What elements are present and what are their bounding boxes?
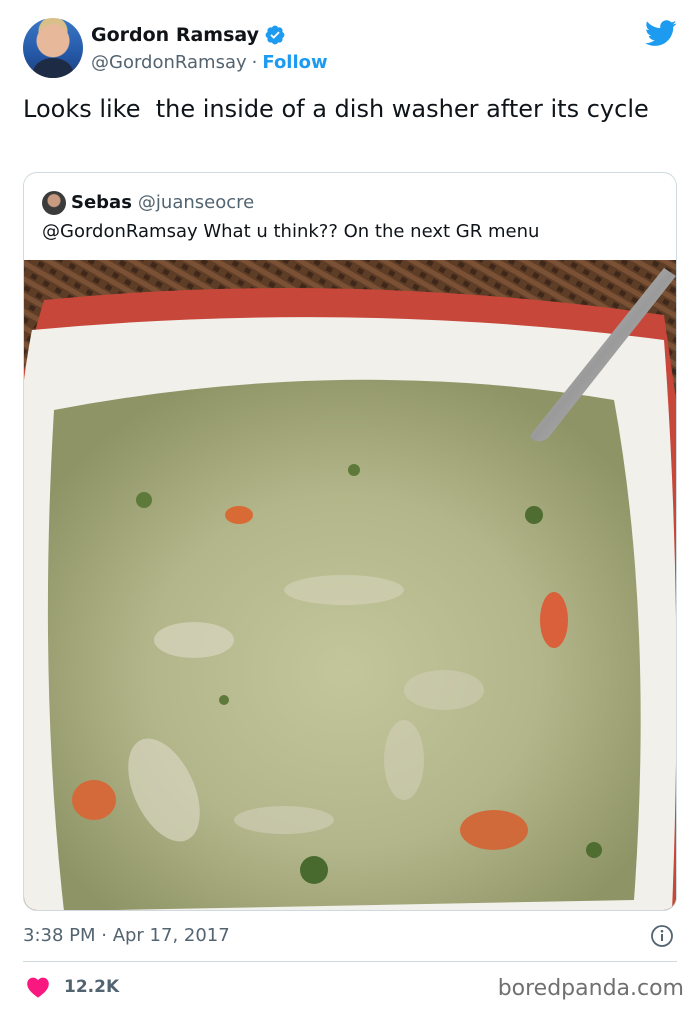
like-action[interactable]: 12.2K [26, 974, 119, 1000]
quoted-tweet-text: @GordonRamsay What u think?? On the next… [42, 221, 540, 242]
author-handle[interactable]: @GordonRamsay [91, 52, 247, 73]
tweet-timestamp[interactable]: 3:38 PM · Apr 17, 2017 [23, 922, 230, 948]
source-watermark: boredpanda.com [497, 976, 684, 1001]
heart-icon[interactable] [26, 976, 50, 998]
footer-divider [23, 961, 677, 962]
quoted-author-row: Sebas @juanseocre [71, 190, 254, 214]
tweet-card: Gordon Ramsay @GordonRamsay · Follow Loo… [0, 0, 700, 1013]
quoted-tweet[interactable]: Sebas @juanseocre @GordonRamsay What u t… [23, 172, 677, 911]
soup-bowl-photo[interactable] [24, 260, 676, 911]
tweet-text: Looks like the inside of a dish washer a… [23, 95, 649, 123]
like-count: 12.2K [64, 977, 120, 997]
follow-button[interactable]: Follow [262, 52, 327, 73]
author-display-name[interactable]: Gordon Ramsay [91, 24, 259, 46]
author-name-row: Gordon Ramsay [91, 22, 286, 48]
separator-dot: · [251, 51, 258, 73]
quoted-author-avatar[interactable] [42, 191, 66, 215]
info-icon[interactable] [650, 924, 674, 948]
author-avatar[interactable] [23, 18, 83, 78]
quoted-author-name[interactable]: Sebas [71, 192, 132, 213]
verified-badge-icon [265, 25, 285, 45]
quoted-author-handle[interactable]: @juanseocre [138, 192, 254, 213]
twitter-bird-icon[interactable] [645, 20, 677, 47]
author-handle-row: @GordonRamsay · Follow [91, 50, 328, 74]
